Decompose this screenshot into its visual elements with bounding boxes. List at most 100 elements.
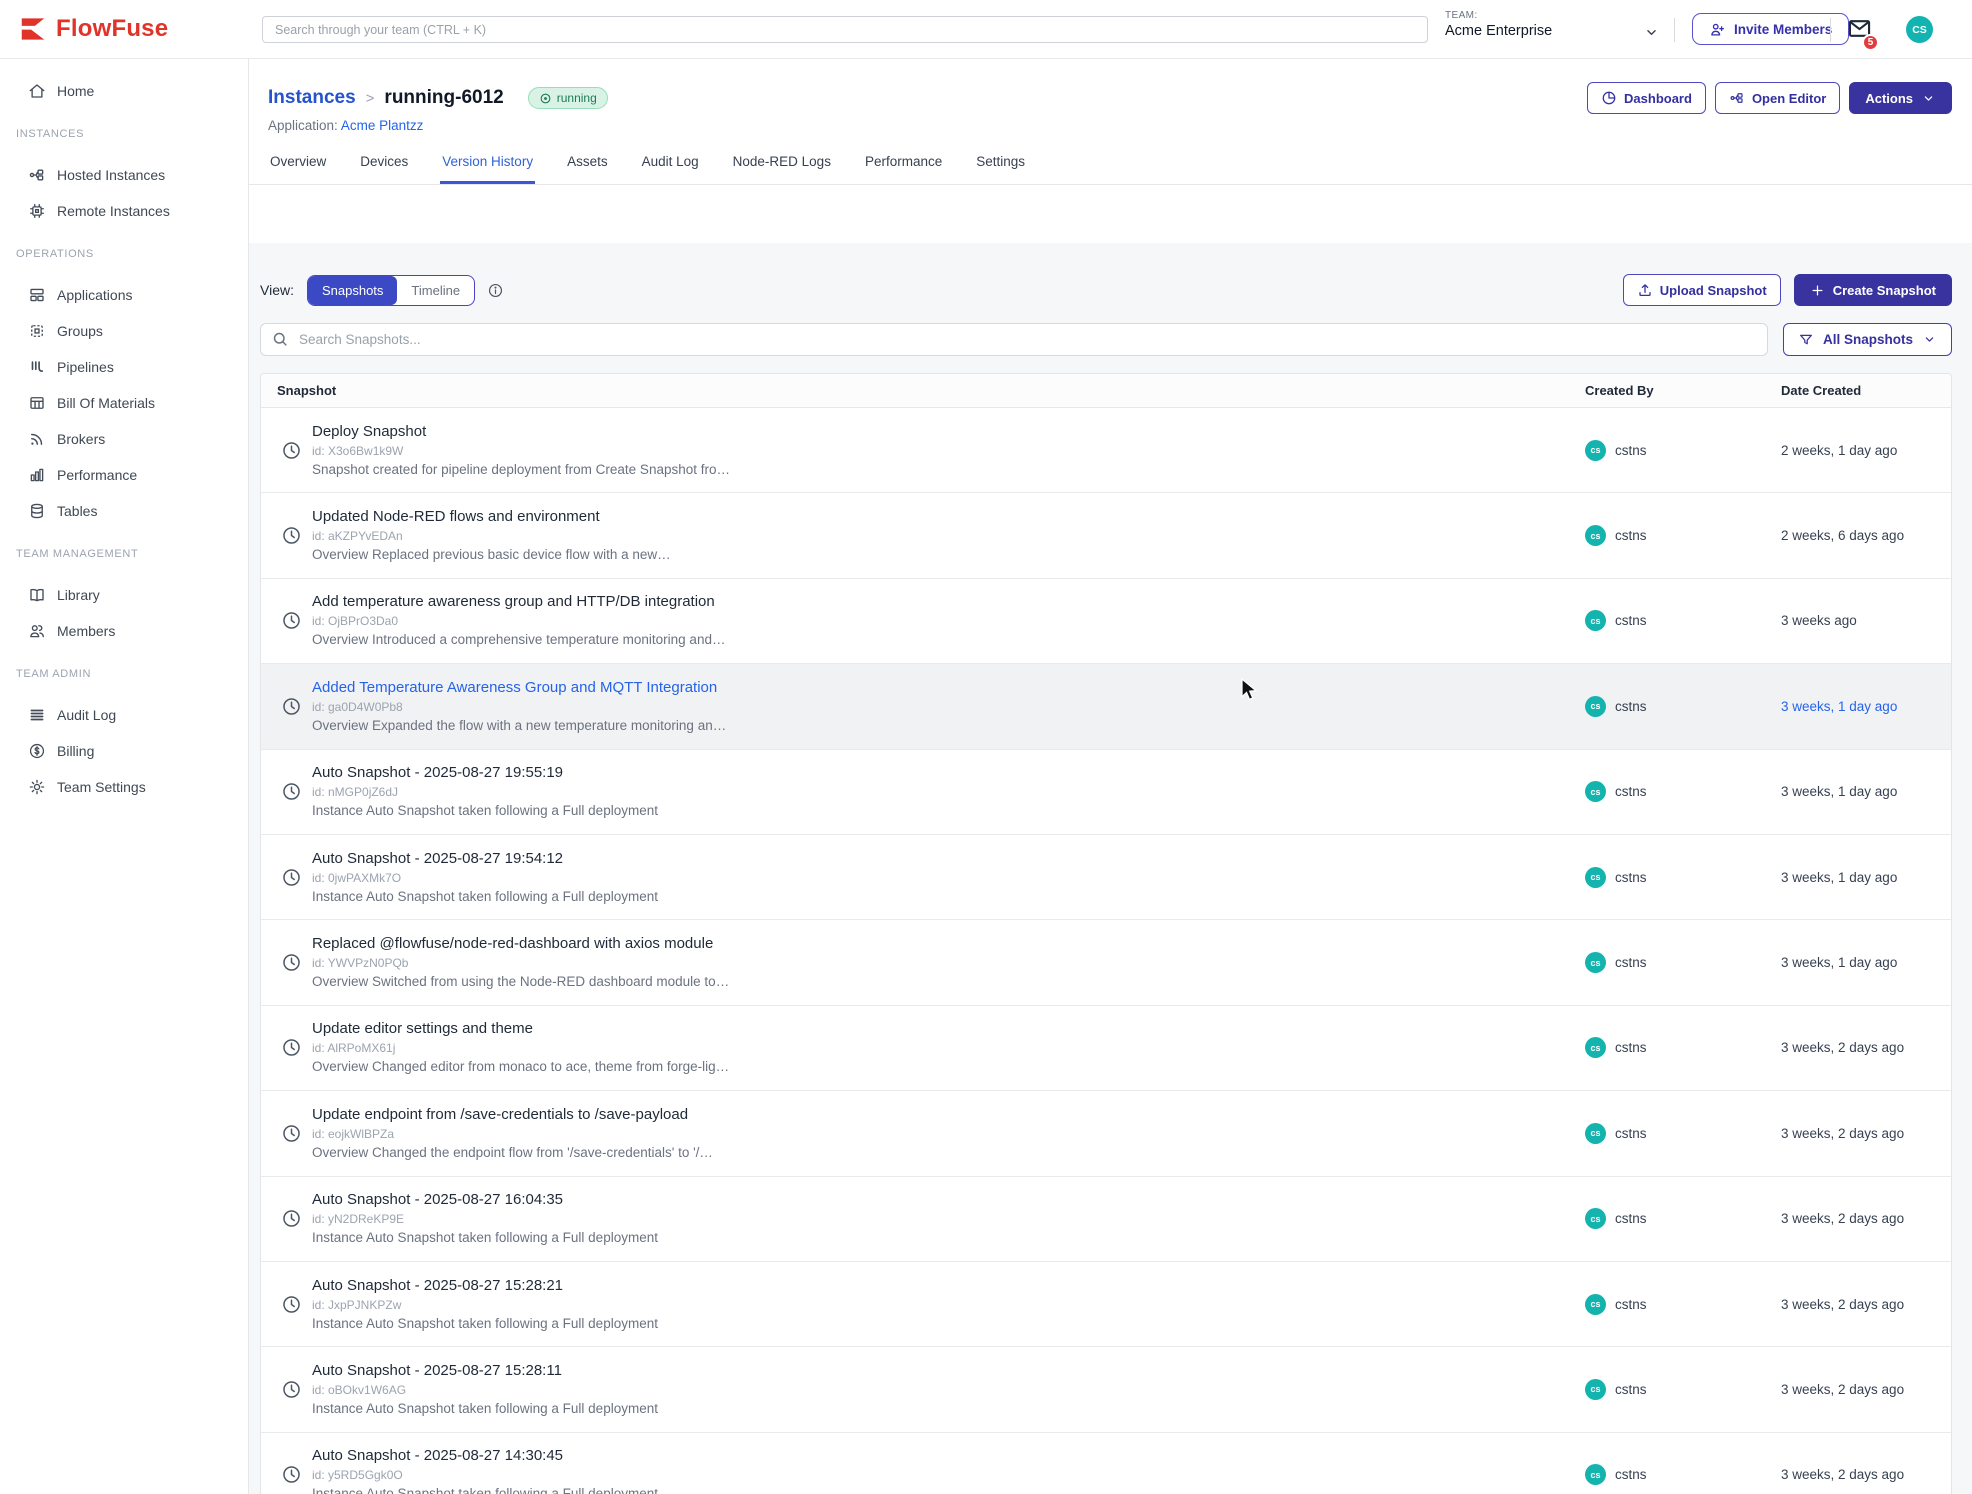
view-toggle-timeline[interactable]: Timeline (397, 276, 474, 305)
tab-assets[interactable]: Assets (565, 148, 610, 184)
node-editor-icon (1729, 90, 1745, 106)
view-label: View: (260, 282, 294, 298)
sidebar-item-audit-log[interactable]: Audit Log (0, 697, 248, 733)
sidebar-item-brokers[interactable]: Brokers (0, 421, 248, 457)
snapshot-title[interactable]: Updated Node-RED flows and environment (312, 507, 671, 527)
snapshot-id: id: JxpPJNKPZw (312, 1296, 658, 1314)
view-toggle[interactable]: SnapshotsTimeline (307, 275, 475, 306)
breadcrumb: Instances > running-6012 running Dashboa… (268, 85, 1952, 111)
table-row[interactable]: Replaced @flowfuse/node-red-dashboard wi… (261, 920, 1951, 1005)
snapshot-title[interactable]: Replaced @flowfuse/node-red-dashboard wi… (312, 934, 729, 954)
table-row[interactable]: Auto Snapshot - 2025-08-27 14:30:45id: y… (261, 1433, 1951, 1494)
snapshot-title[interactable]: Deploy Snapshot (312, 422, 730, 442)
snapshot-title[interactable]: Auto Snapshot - 2025-08-27 15:28:11 (312, 1361, 658, 1381)
sidebar-item-library[interactable]: Library (0, 577, 248, 613)
breadcrumb-instances-link[interactable]: Instances (268, 87, 356, 109)
snapshot-title[interactable]: Auto Snapshot - 2025-08-27 19:55:19 (312, 763, 658, 783)
sidebar-item-billing[interactable]: Billing (0, 733, 248, 769)
table-row[interactable]: Add temperature awareness group and HTTP… (261, 579, 1951, 664)
tab-overview[interactable]: Overview (268, 148, 328, 184)
created-by-cell: cscstns (1585, 525, 1781, 546)
flowfuse-logo[interactable]: FlowFuse (18, 14, 168, 44)
pipelines-icon (28, 358, 46, 376)
applications-icon (28, 286, 46, 304)
snapshot-title[interactable]: Auto Snapshot - 2025-08-27 15:28:21 (312, 1276, 658, 1296)
snapshot-cell: Auto Snapshot - 2025-08-27 16:04:35id: y… (261, 1190, 1585, 1247)
snapshot-title[interactable]: Add temperature awareness group and HTTP… (312, 592, 725, 612)
table-row[interactable]: Update endpoint from /save-credentials t… (261, 1091, 1951, 1176)
created-by-cell: cscstns (1585, 1208, 1781, 1229)
tab-devices[interactable]: Devices (358, 148, 410, 184)
create-snapshot-label: Create Snapshot (1833, 283, 1936, 298)
team-chevron-down-icon[interactable] (1643, 24, 1660, 41)
table-row[interactable]: Deploy Snapshotid: X3o6Bw1k9WSnapshot cr… (261, 408, 1951, 493)
sidebar-item-label: Home (57, 83, 94, 99)
created-by-cell: cscstns (1585, 610, 1781, 631)
table-header: Snapshot Created By Date Created (261, 374, 1951, 408)
column-header-date-created: Date Created (1781, 383, 1951, 398)
notifications-button[interactable]: 5 (1846, 15, 1882, 47)
logo-text: FlowFuse (56, 15, 168, 43)
tab-node-red-logs[interactable]: Node-RED Logs (731, 148, 833, 184)
tab-performance[interactable]: Performance (863, 148, 944, 184)
snapshot-title[interactable]: Auto Snapshot - 2025-08-27 16:04:35 (312, 1190, 658, 1210)
table-row[interactable]: Auto Snapshot - 2025-08-27 16:04:35id: y… (261, 1177, 1951, 1262)
create-snapshot-button[interactable]: Create Snapshot (1794, 274, 1952, 306)
sidebar-item-groups[interactable]: Groups (0, 313, 248, 349)
snapshot-title[interactable]: Update editor settings and theme (312, 1019, 729, 1039)
tab-audit-log[interactable]: Audit Log (640, 148, 701, 184)
snapshot-cell: Deploy Snapshotid: X3o6Bw1k9WSnapshot cr… (261, 422, 1585, 479)
date-created-cell: 3 weeks, 2 days ago (1781, 1211, 1951, 1226)
library-icon (28, 586, 46, 604)
snapshot-title[interactable]: Auto Snapshot - 2025-08-27 19:54:12 (312, 849, 658, 869)
column-header-snapshot: Snapshot (261, 383, 1585, 398)
author-name: cstns (1615, 1040, 1647, 1055)
sidebar-item-team-settings[interactable]: Team Settings (0, 769, 248, 805)
snapshot-filter-dropdown[interactable]: All Snapshots (1783, 323, 1952, 356)
dashboard-button[interactable]: Dashboard (1587, 82, 1706, 114)
table-row[interactable]: Updated Node-RED flows and environmentid… (261, 493, 1951, 578)
upload-snapshot-button[interactable]: Upload Snapshot (1623, 274, 1781, 306)
info-icon[interactable] (487, 282, 504, 299)
sidebar: HomeINSTANCESHosted InstancesRemote Inst… (0, 59, 249, 1494)
created-by-cell: cscstns (1585, 1037, 1781, 1058)
table-row[interactable]: Update editor settings and themeid: AlRP… (261, 1006, 1951, 1091)
table-row[interactable]: Auto Snapshot - 2025-08-27 19:54:12id: 0… (261, 835, 1951, 920)
sidebar-item-applications[interactable]: Applications (0, 277, 248, 313)
snapshot-search-input[interactable] (260, 323, 1768, 356)
global-search-input[interactable] (262, 16, 1428, 43)
sidebar-item-bill-of-materials[interactable]: Bill Of Materials (0, 385, 248, 421)
sidebar-item-home[interactable]: Home (0, 73, 248, 109)
sidebar-item-pipelines[interactable]: Pipelines (0, 349, 248, 385)
performance-icon (28, 466, 46, 484)
created-by-cell: cscstns (1585, 867, 1781, 888)
view-toggle-snapshots[interactable]: Snapshots (308, 276, 397, 305)
snapshot-id: id: ga0D4W0Pb8 (312, 698, 726, 716)
clock-icon (281, 1037, 302, 1058)
table-row[interactable]: Auto Snapshot - 2025-08-27 19:55:19id: n… (261, 750, 1951, 835)
table-row[interactable]: Added Temperature Awareness Group and MQ… (261, 664, 1951, 749)
snapshot-description: Overview Introduced a comprehensive temp… (312, 630, 725, 649)
sidebar-item-hosted-instances[interactable]: Hosted Instances (0, 157, 248, 193)
snapshot-title[interactable]: Auto Snapshot - 2025-08-27 14:30:45 (312, 1446, 658, 1466)
sidebar-item-members[interactable]: Members (0, 613, 248, 649)
snapshot-description: Overview Switched from using the Node-RE… (312, 972, 729, 991)
author-avatar: cs (1585, 1123, 1606, 1144)
sidebar-item-performance[interactable]: Performance (0, 457, 248, 493)
table-row[interactable]: Auto Snapshot - 2025-08-27 15:28:11id: o… (261, 1347, 1951, 1432)
actions-button[interactable]: Actions (1849, 82, 1952, 114)
application-link[interactable]: Acme Plantzz (341, 118, 424, 133)
sidebar-item-remote-instances[interactable]: Remote Instances (0, 193, 248, 229)
table-row[interactable]: Auto Snapshot - 2025-08-27 15:28:21id: J… (261, 1262, 1951, 1347)
plus-icon (1810, 283, 1825, 298)
user-avatar[interactable]: CS (1906, 16, 1933, 43)
open-editor-button[interactable]: Open Editor (1715, 82, 1840, 114)
snapshot-id: id: aKZPYvEDAn (312, 527, 671, 545)
tab-version-history[interactable]: Version History (440, 148, 535, 184)
invite-members-button[interactable]: Invite Members (1692, 13, 1849, 45)
team-selector[interactable]: TEAM: Acme Enterprise (1445, 10, 1552, 39)
sidebar-item-tables[interactable]: Tables (0, 493, 248, 529)
tab-settings[interactable]: Settings (974, 148, 1027, 184)
snapshot-title[interactable]: Added Temperature Awareness Group and MQ… (312, 678, 726, 698)
snapshot-title[interactable]: Update endpoint from /save-credentials t… (312, 1105, 713, 1125)
